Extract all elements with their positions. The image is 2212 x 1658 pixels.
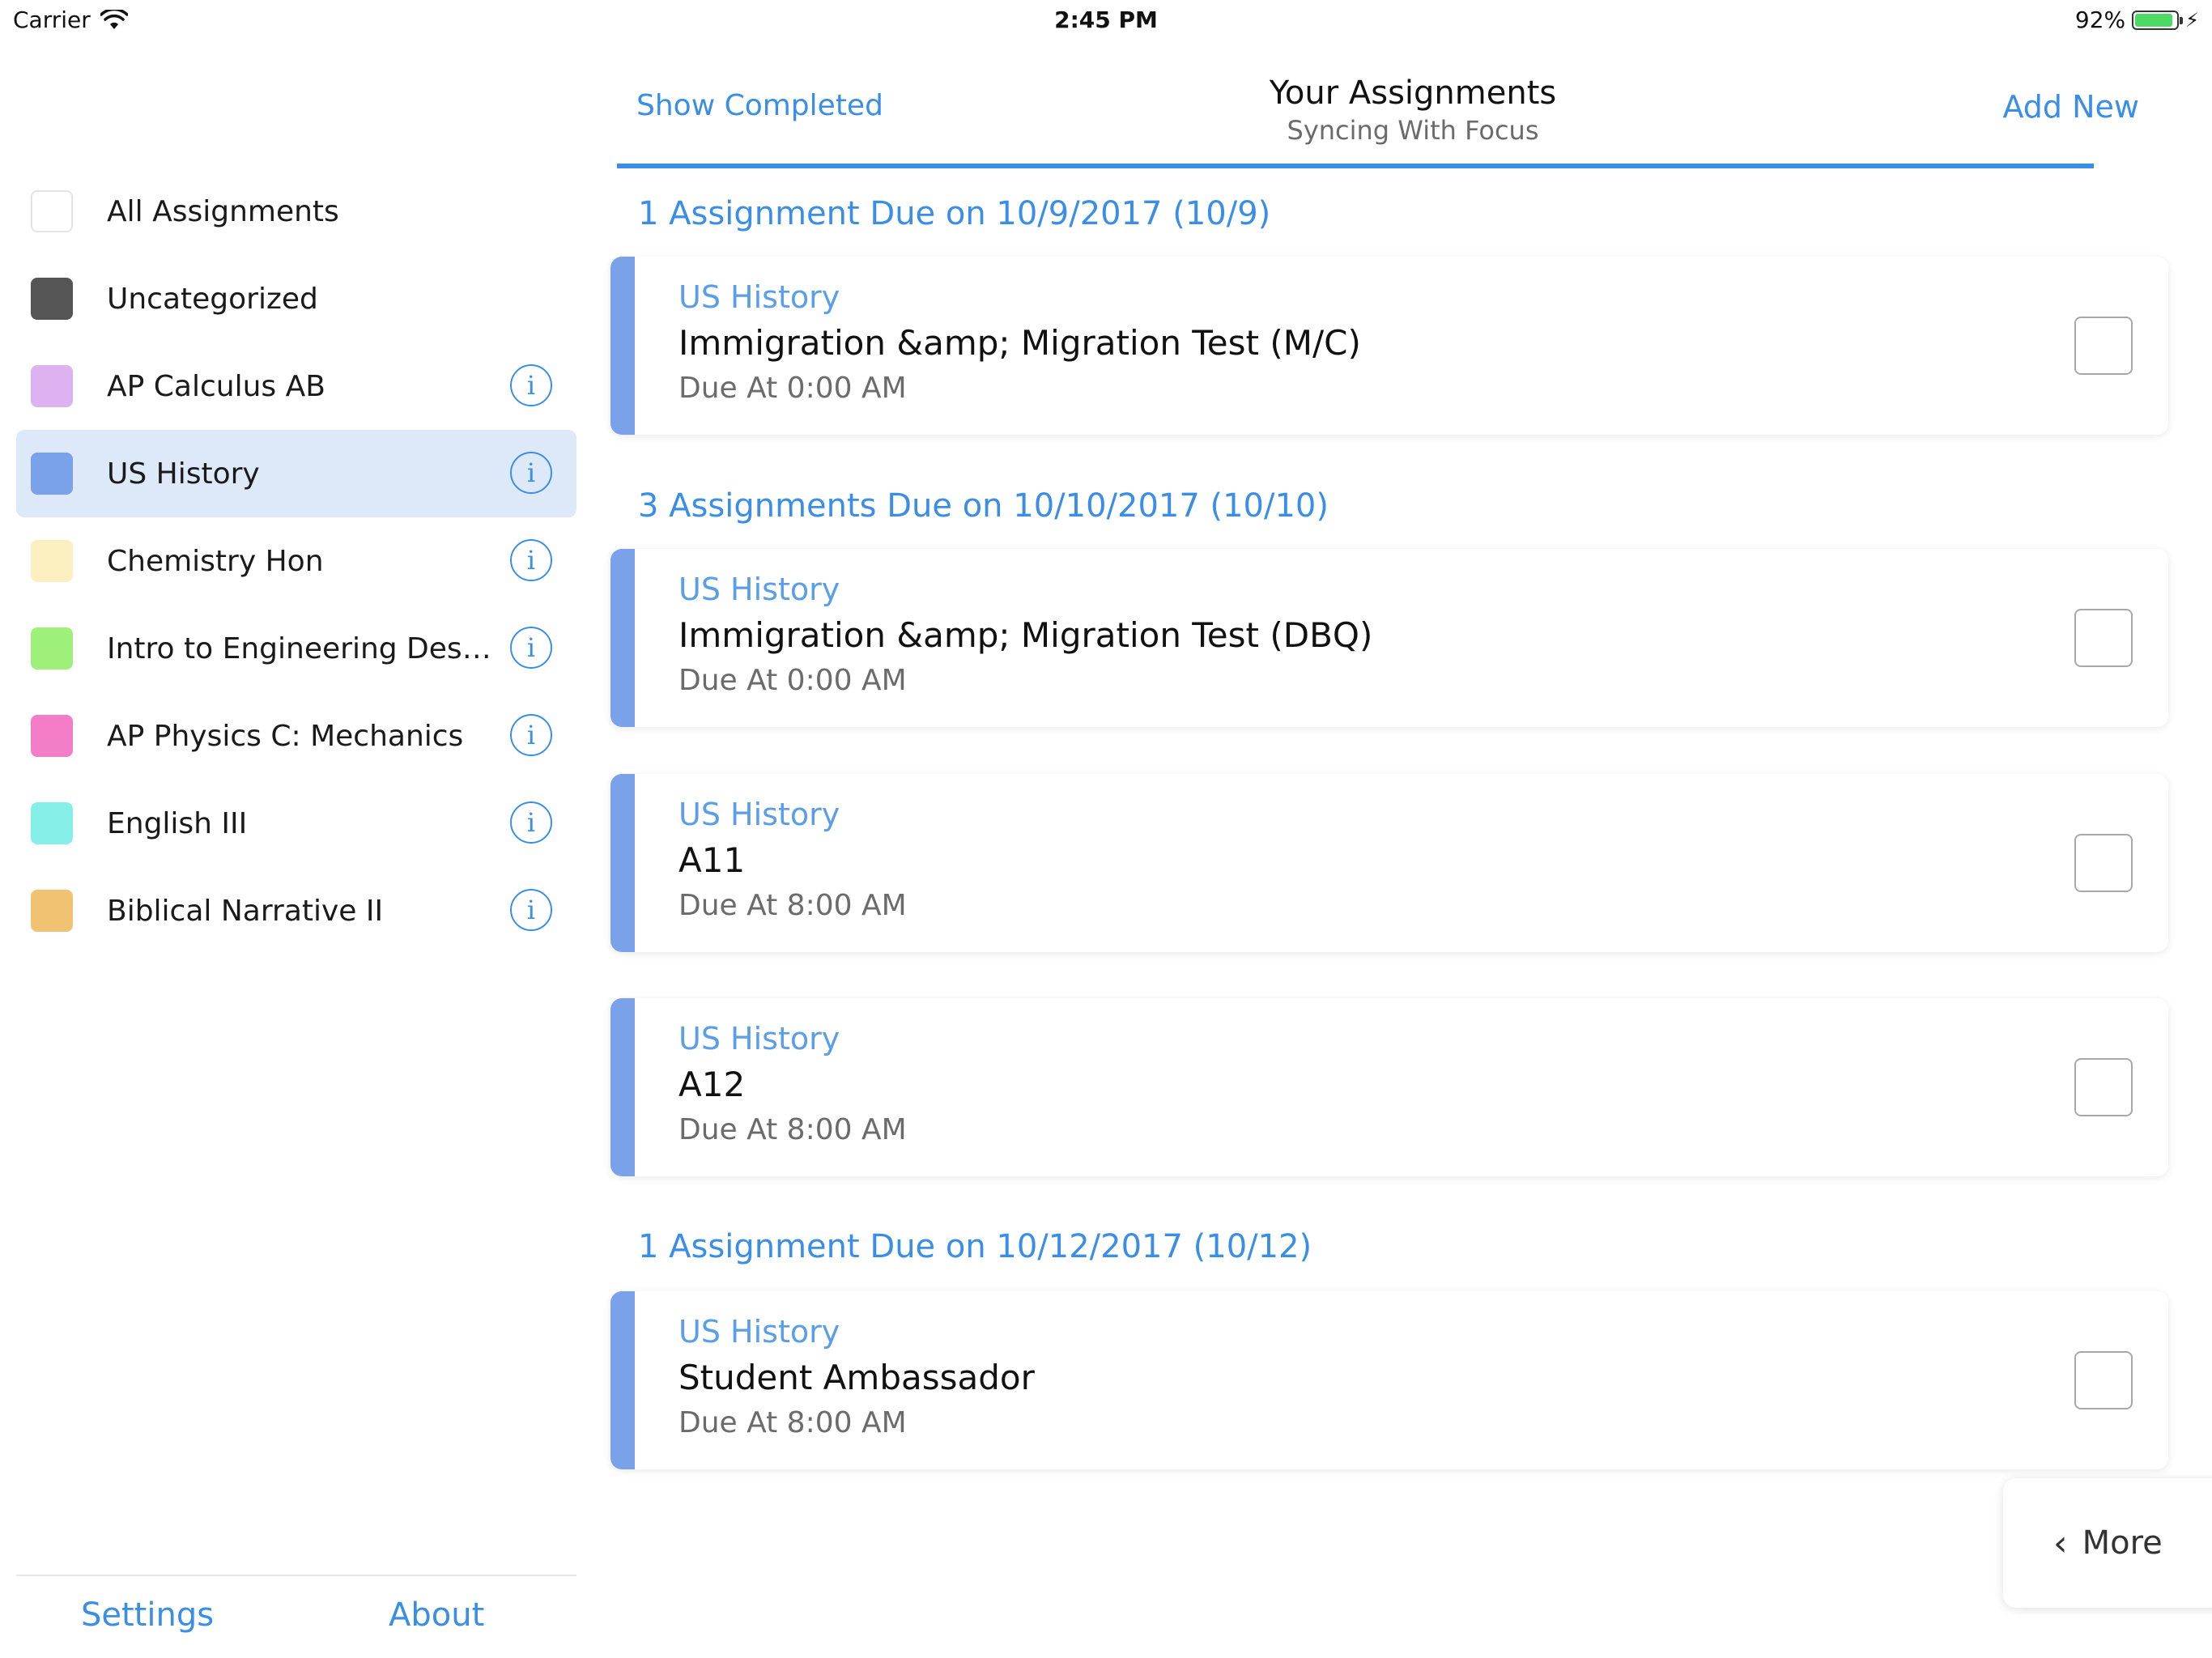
assignment-card[interactable]: US History Immigration &amp; Migration Te… (610, 257, 2168, 436)
battery-percent: 92% (2074, 6, 2126, 33)
status-bar: Carrier 2:45 PM 92% ⚡ (0, 0, 2212, 42)
complete-checkbox[interactable] (2074, 317, 2133, 376)
assignment-due-time: Due At 8:00 AM (678, 888, 907, 922)
sync-status: Syncing With Focus (1287, 115, 1539, 146)
complete-checkbox[interactable] (2074, 1057, 2133, 1116)
assignment-course: US History (678, 279, 840, 316)
sidebar-item-biblical-narrative-ii[interactable]: Biblical Narrative II i (16, 867, 576, 954)
carrier-area: Carrier (13, 6, 128, 33)
settings-button[interactable]: Settings (81, 1596, 214, 1634)
about-button[interactable]: About (389, 1596, 484, 1634)
info-icon[interactable]: i (510, 627, 552, 669)
category-color-swatch (31, 190, 73, 232)
course-color-bar (610, 257, 635, 436)
sidebar-item-ap-physics-c-mechanics[interactable]: AP Physics C: Mechanics i (16, 692, 576, 780)
due-date-group-header: 3 Assignments Due on 10/10/2017 (10/10) (638, 487, 1329, 525)
sidebar-item-chemistry-hon[interactable]: Chemistry Hon i (16, 517, 576, 605)
sidebar-item-ap-calculus-ab[interactable]: AP Calculus AB i (16, 342, 576, 430)
info-icon[interactable]: i (510, 539, 552, 581)
battery-fill (2135, 13, 2173, 27)
show-completed-button[interactable]: Show Completed (636, 89, 883, 122)
wifi-icon (100, 9, 128, 29)
chevron-left-icon: ‹ (2053, 1522, 2068, 1564)
charging-bolt-icon: ⚡ (2185, 8, 2199, 32)
info-icon[interactable]: i (510, 452, 552, 494)
sidebar-item-label: AP Calculus AB (107, 369, 325, 403)
course-color-bar (610, 773, 635, 952)
assignment-title: A11 (678, 840, 746, 880)
assignment-title: Immigration &amp; Migration Test (DBQ) (678, 615, 1373, 656)
battery-area: 92% ⚡ (2075, 6, 2199, 33)
course-color-bar (610, 549, 635, 728)
complete-checkbox[interactable] (2074, 1351, 2133, 1410)
category-color-swatch (31, 365, 73, 407)
battery-icon (2132, 10, 2184, 30)
sidebar-item-label: Chemistry Hon (107, 544, 324, 578)
assignment-title: Immigration &amp; Migration Test (M/C) (678, 323, 1361, 363)
more-label: More (2082, 1524, 2163, 1562)
sidebar-item-label: AP Physics C: Mechanics (107, 719, 464, 753)
assignment-course: US History (678, 796, 840, 832)
sidebar-item-intro-to-engineering-design[interactable]: Intro to Engineering Design... i (16, 605, 576, 692)
assignment-card[interactable]: US History A12 Due At 8:00 AM (610, 997, 2168, 1176)
info-icon[interactable]: i (510, 714, 552, 756)
info-icon[interactable]: i (510, 889, 552, 931)
sidebar-item-label: English III (107, 806, 248, 840)
sidebar: All Assignments Uncategorized AP Calculus … (0, 42, 583, 1658)
sidebar-item-uncategorized[interactable]: Uncategorized (16, 255, 576, 342)
category-list: All Assignments Uncategorized AP Calculus … (16, 168, 576, 954)
category-color-swatch (31, 627, 73, 670)
more-button[interactable]: ‹ More (2003, 1478, 2212, 1608)
sidebar-item-all-assignments[interactable]: All Assignments (16, 168, 576, 255)
assignment-course: US History (678, 1314, 840, 1350)
due-date-group-header: 1 Assignment Due on 10/12/2017 (10/12) (638, 1228, 1312, 1266)
sidebar-item-label: All Assignments (107, 194, 339, 228)
category-color-swatch (31, 453, 73, 495)
carrier-label: Carrier (13, 6, 91, 33)
sidebar-item-label: Intro to Engineering Design... (107, 631, 496, 665)
sidebar-item-label: Biblical Narrative II (107, 894, 384, 928)
page-title: Your Assignments (1269, 74, 1557, 112)
assignment-course: US History (678, 572, 840, 608)
assignment-title: Student Ambassador (678, 1358, 1035, 1398)
assignment-due-time: Due At 8:00 AM (678, 1112, 907, 1146)
assignment-due-time: Due At 0:00 AM (678, 372, 907, 406)
info-icon[interactable]: i (510, 364, 552, 406)
due-date-group-header: 1 Assignment Due on 10/9/2017 (10/9) (638, 194, 1271, 232)
assignment-due-time: Due At 0:00 AM (678, 664, 907, 698)
assignment-card[interactable]: US History Immigration &amp; Migration Te… (610, 549, 2168, 728)
course-color-bar (610, 997, 635, 1176)
category-color-swatch (31, 715, 73, 757)
category-color-swatch (31, 278, 73, 320)
category-color-swatch (31, 802, 73, 844)
add-new-button[interactable]: Add New (2002, 89, 2139, 125)
sidebar-divider (16, 1575, 576, 1576)
status-time: 2:45 PM (1054, 6, 1158, 33)
info-icon[interactable]: i (510, 801, 552, 844)
assignment-course: US History (678, 1020, 840, 1056)
category-color-swatch (31, 890, 73, 932)
sidebar-item-us-history[interactable]: US History i (16, 430, 576, 517)
sidebar-item-label: Uncategorized (107, 282, 318, 316)
course-color-bar (610, 1291, 635, 1470)
complete-checkbox[interactable] (2074, 833, 2133, 892)
assignment-due-time: Due At 8:00 AM (678, 1406, 907, 1440)
header-divider (617, 164, 2094, 168)
category-color-swatch (31, 540, 73, 582)
sidebar-item-label: US History (107, 457, 260, 491)
assignment-card[interactable]: US History A11 Due At 8:00 AM (610, 773, 2168, 952)
assignment-card[interactable]: US History Student Ambassador Due At 8:00 … (610, 1291, 2168, 1470)
assignment-title: A12 (678, 1064, 746, 1104)
complete-checkbox[interactable] (2074, 609, 2133, 668)
sidebar-item-english-iii[interactable]: English III i (16, 780, 576, 867)
